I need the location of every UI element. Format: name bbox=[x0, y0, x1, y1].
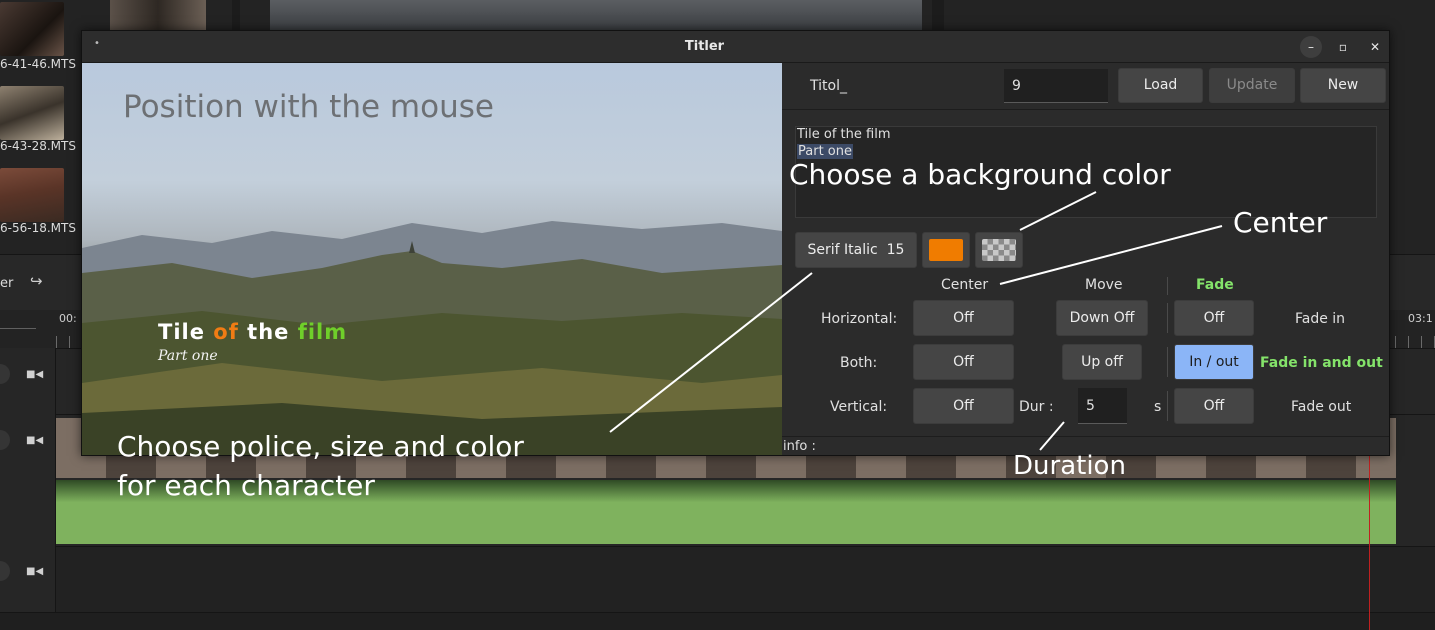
annotation-lines bbox=[609, 191, 1223, 451]
annotation-duration: Duration bbox=[1013, 451, 1126, 481]
annotation-background-color: Choose a background color bbox=[789, 158, 1171, 191]
annotation-police: Choose police, size and color bbox=[117, 430, 524, 463]
annotation-each-character: for each character bbox=[117, 469, 375, 502]
annotation-center: Center bbox=[1233, 206, 1328, 239]
